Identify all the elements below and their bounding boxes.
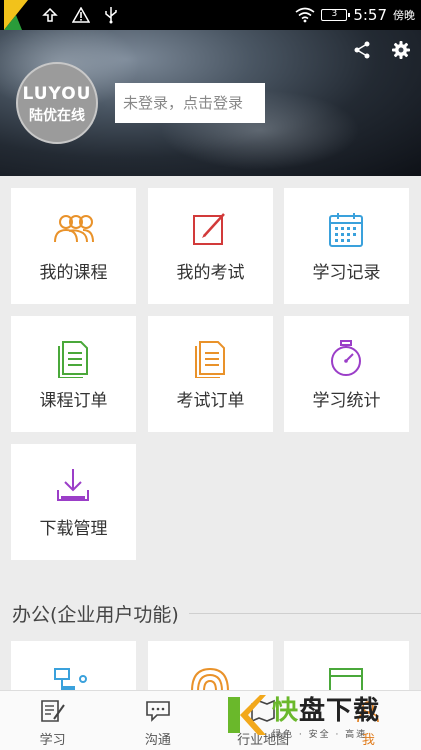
tab-communicate[interactable]: 沟通: [105, 691, 210, 750]
chat-icon: [146, 701, 170, 722]
edit-square-icon: [193, 213, 225, 245]
status-right: 3 5:57 傍晚: [295, 6, 421, 24]
profile-header: LUYOU 陆优在线 未登录，点击登录: [0, 30, 421, 176]
menu-item-label: 学习记录: [312, 263, 381, 283]
enterprise-section-header: 办公(企业用户功能): [12, 600, 421, 627]
watermark-logo-icon: [228, 695, 266, 735]
document-list-icon: [195, 341, 225, 378]
usb-icon: [105, 7, 117, 24]
login-button[interactable]: 未登录，点击登录: [115, 83, 265, 123]
avatar-brand-text: 陆优在线: [29, 108, 85, 124]
clock: 5:57: [353, 6, 387, 24]
battery-indicator: 3: [321, 9, 351, 21]
menu-item-my-exams[interactable]: 我的考试: [148, 188, 273, 304]
watermark: 快盘下载 绿色 · 安全 · 高速: [226, 689, 416, 741]
menu-item-course-orders[interactable]: 课程订单: [11, 316, 136, 432]
menu-item-label: 我的考试: [176, 263, 245, 283]
download-icon: [57, 469, 89, 501]
upload-icon: [42, 7, 58, 22]
wifi-icon: [295, 7, 315, 23]
warning-icon: [72, 7, 90, 23]
section-divider: [188, 613, 421, 614]
menu-item-label: 下载管理: [39, 519, 108, 539]
tab-label: 沟通: [144, 733, 171, 748]
watermark-title: 快盘下载: [272, 690, 380, 727]
watermark-char: 快: [272, 696, 300, 726]
watermark-text: 快盘下载 绿色 · 安全 · 高速: [272, 690, 380, 740]
menu-item-study-statistics[interactable]: 学习统计: [284, 316, 409, 432]
gear-icon[interactable]: [391, 40, 411, 60]
calendar-icon: [329, 213, 363, 247]
menu-item-label: 课程订单: [39, 391, 108, 411]
tab-label: 学习: [39, 733, 66, 748]
app-corner-icon: [4, 0, 28, 30]
stopwatch-icon: [331, 340, 361, 376]
watermark-title-text: 盘下载: [299, 696, 381, 726]
users-icon: [54, 215, 94, 243]
avatar[interactable]: LUYOU 陆优在线: [16, 62, 98, 144]
section-title: 办公(企业用户功能): [12, 604, 179, 626]
menu-item-exam-orders[interactable]: 考试订单: [148, 316, 273, 432]
tab-study[interactable]: 学习: [0, 691, 105, 750]
menu-item-download-manager[interactable]: 下载管理: [11, 444, 136, 560]
avatar-logo-text: LUYOU: [22, 84, 92, 104]
status-left: [0, 0, 118, 30]
share-icon[interactable]: [352, 40, 372, 60]
menu-item-label: 学习统计: [312, 391, 381, 411]
book-edit-icon: [40, 700, 65, 722]
menu-item-study-record[interactable]: 学习记录: [284, 188, 409, 304]
menu-item-my-courses[interactable]: 我的课程: [11, 188, 136, 304]
menu-item-label: 我的课程: [39, 263, 108, 283]
time-of-day: 傍晚: [393, 9, 415, 22]
menu-item-label: 考试订单: [176, 391, 245, 411]
document-list-icon: [58, 341, 88, 378]
status-bar: 3 5:57 傍晚: [0, 0, 421, 30]
watermark-slogan: 绿色 · 安全 · 高速: [272, 730, 368, 740]
